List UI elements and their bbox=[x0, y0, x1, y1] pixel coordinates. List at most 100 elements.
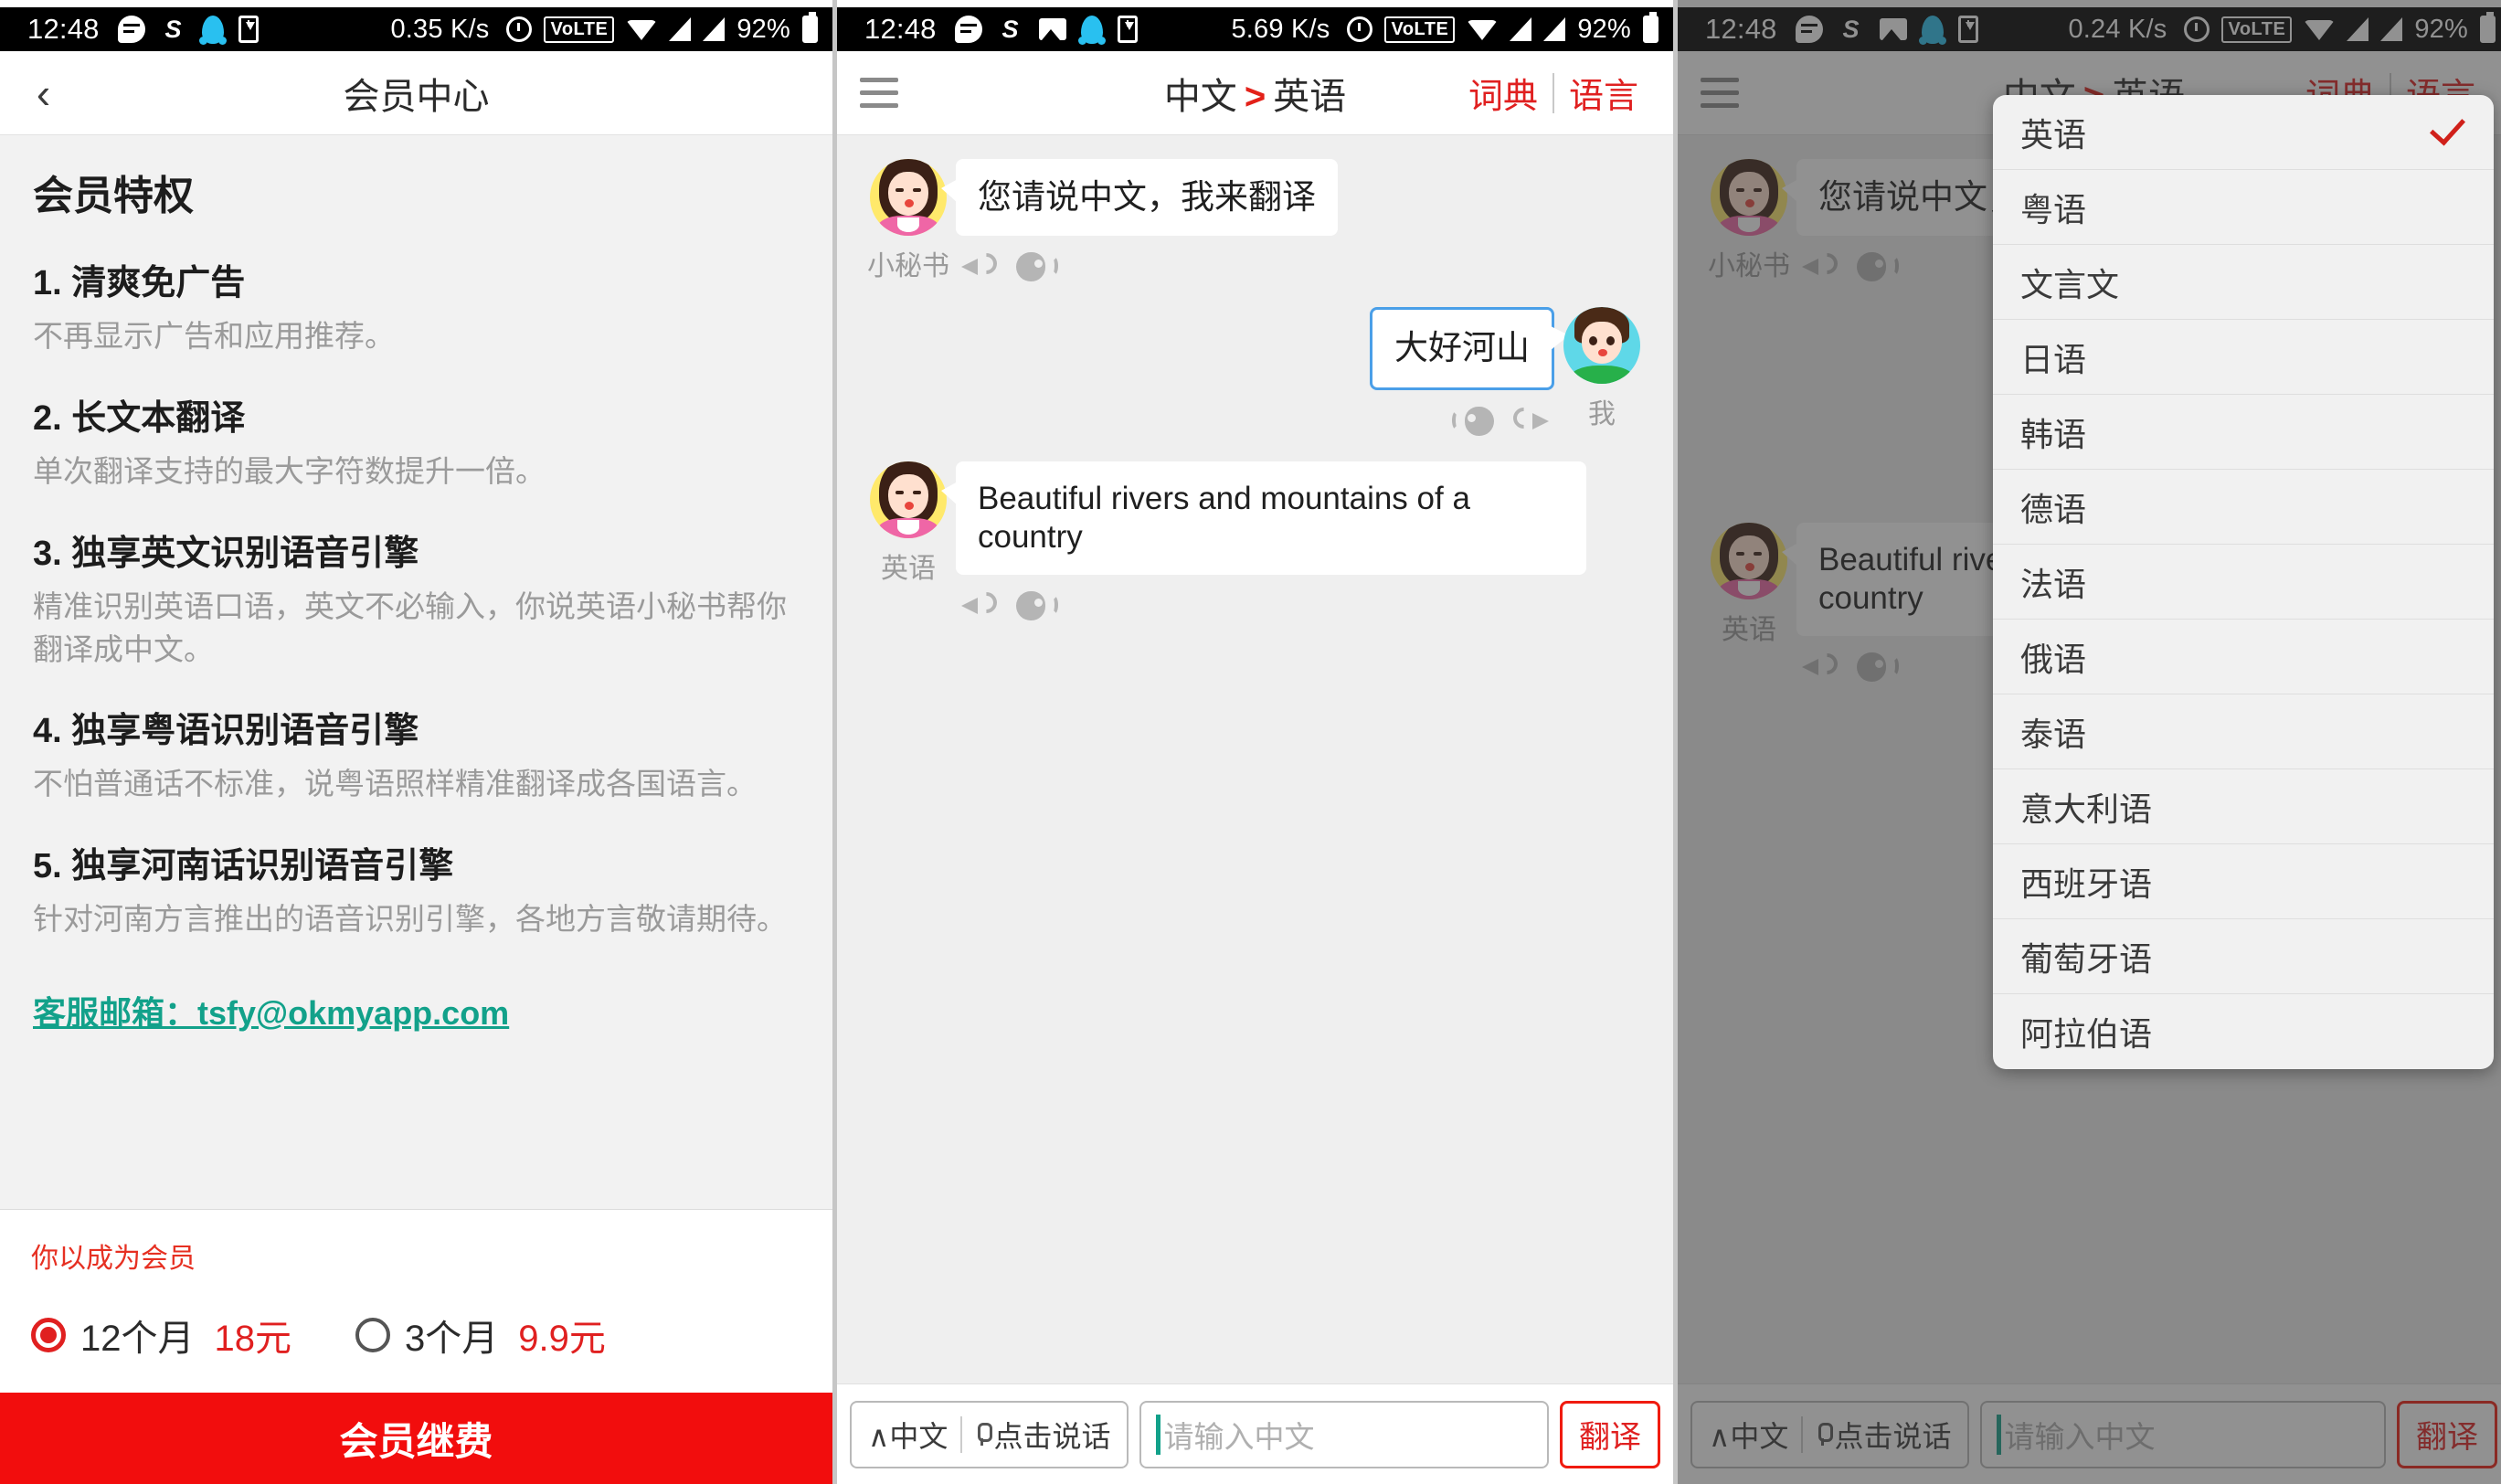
translate-button[interactable]: 翻译 bbox=[1560, 1400, 1660, 1468]
message-bubble[interactable]: 您请说中文，我来翻译 bbox=[941, 159, 1338, 237]
privilege-desc: 不再显示广告和应用推荐。 bbox=[33, 319, 395, 353]
chat-input-bar: ∧中文 点击说话 请输入中文 翻译 bbox=[837, 1383, 1673, 1484]
message-icon bbox=[954, 16, 982, 43]
message-bubble[interactable]: 大好河山 bbox=[1370, 307, 1574, 390]
status-bar-left-2: 12:48 S bbox=[864, 13, 1138, 46]
dropdown-item-12[interactable]: 阿拉伯语 bbox=[1993, 994, 2494, 1069]
source-language: 中文 bbox=[1163, 76, 1237, 117]
dropdown-item-1[interactable]: 粤语 bbox=[1993, 170, 2494, 245]
privilege-item: 2. 长文本翻译 单次翻译支持的最大字符数提升一倍。 bbox=[33, 389, 800, 493]
arrow-right-icon: > bbox=[1244, 76, 1266, 117]
voice-language-toggle[interactable]: ∧中文 bbox=[859, 1414, 957, 1456]
status-bar-left-1: 12:48 S bbox=[27, 13, 259, 46]
privilege-desc: 不怕普通话不标准，说粤语照样精准翻译成各国语言。 bbox=[33, 767, 757, 801]
sogou-icon: S bbox=[164, 16, 182, 43]
renew-membership-button[interactable]: 会员继费 bbox=[0, 1393, 832, 1484]
bubble-actions bbox=[956, 589, 1586, 622]
dropdown-item-3[interactable]: 日语 bbox=[1993, 320, 2494, 395]
voice-head-icon[interactable] bbox=[1016, 589, 1060, 622]
message-bubble[interactable]: Beautiful rivers and mountains of a coun… bbox=[941, 461, 1586, 575]
press-to-speak-button[interactable]: 点击说话 bbox=[966, 1414, 1119, 1456]
battery-icon bbox=[1643, 12, 1659, 43]
plan-option-3m[interactable]: 3个月 9.9元 bbox=[355, 1309, 606, 1362]
dropdown-item-label: 阿拉伯语 bbox=[2020, 1015, 2153, 1053]
plan-option-12m[interactable]: 12个月 18元 bbox=[31, 1309, 291, 1362]
dropdown-item-label: 文言文 bbox=[2020, 265, 2120, 303]
avatar-column: 小秘书 bbox=[861, 159, 956, 283]
back-button[interactable]: ‹ bbox=[0, 69, 87, 118]
privilege-item: 5. 独享河南话识别语音引擎 针对河南方言推出的语音识别引擎，各地方言敬请期待。 bbox=[33, 837, 800, 941]
download-icon bbox=[1117, 16, 1138, 43]
dropdown-item-label: 葡萄牙语 bbox=[2020, 939, 2153, 978]
radio-selected-icon[interactable] bbox=[31, 1318, 66, 1352]
speaker-icon[interactable] bbox=[1518, 406, 1549, 437]
chat-message-list[interactable]: 小秘书 您请说中文，我来翻译 大好河山 我 英语 Beautiful river… bbox=[837, 135, 1673, 1383]
input-placeholder: 请输入中文 bbox=[1163, 1419, 1315, 1454]
signal-icon-1 bbox=[1510, 17, 1532, 41]
dropdown-item-label: 粤语 bbox=[2020, 190, 2087, 228]
plan-label: 3个月 bbox=[405, 1319, 499, 1359]
dropdown-item-label: 俄语 bbox=[2020, 640, 2087, 678]
member-footer: 你以成为会员 12个月 18元 3个月 9.9元 会员继费 bbox=[0, 1209, 832, 1484]
dictionary-button[interactable]: 词典 bbox=[1454, 68, 1553, 118]
dropdown-item-9[interactable]: 意大利语 bbox=[1993, 769, 2494, 844]
dropdown-item-10[interactable]: 西班牙语 bbox=[1993, 844, 2494, 919]
speaker-name: 英语 bbox=[881, 553, 936, 584]
support-email-link[interactable]: 客服邮箱：tsfy@okmyapp.com bbox=[33, 987, 509, 1034]
dropdown-item-label: 泰语 bbox=[2020, 715, 2087, 753]
privilege-title: 1. 清爽免广告 bbox=[33, 264, 246, 302]
dropdown-item-label: 意大利语 bbox=[2020, 790, 2153, 828]
volte-icon: VoLTE bbox=[544, 16, 615, 43]
signal-icon-2 bbox=[1543, 17, 1566, 41]
qq-icon bbox=[1077, 15, 1106, 45]
speaker-name: 我 bbox=[1588, 399, 1616, 430]
target-language: 英语 bbox=[1273, 76, 1347, 117]
hamburger-icon[interactable] bbox=[837, 78, 921, 108]
dropdown-item-4[interactable]: 韩语 bbox=[1993, 395, 2494, 470]
dropdown-item-11[interactable]: 葡萄牙语 bbox=[1993, 919, 2494, 994]
status-bar-1: 12:48 S 0.35 K/s VoLTE 92% bbox=[0, 7, 832, 51]
dropdown-item-label: 德语 bbox=[2020, 490, 2087, 528]
dropdown-item-6[interactable]: 法语 bbox=[1993, 545, 2494, 620]
language-button[interactable]: 语言 bbox=[1554, 68, 1653, 118]
member-body: 会员特权 1. 清爽免广告 不再显示广告和应用推荐。 2. 长文本翻译 单次翻译… bbox=[0, 135, 832, 1484]
alarm-icon bbox=[506, 16, 533, 42]
status-bar-2: 12:48 S 5.69 K/s VoLTE 92% bbox=[837, 7, 1673, 51]
privilege-item: 4. 独享粤语识别语音引擎 不怕普通话不标准，说粤语照样精准翻译成各国语言。 bbox=[33, 702, 800, 806]
download-icon bbox=[238, 16, 259, 43]
plan-price: 18元 bbox=[214, 1319, 292, 1359]
speaker-icon[interactable] bbox=[961, 590, 992, 621]
male-avatar bbox=[1563, 307, 1640, 385]
dropdown-item-label: 法语 bbox=[2020, 565, 2087, 603]
wifi-icon bbox=[1467, 18, 1499, 40]
dropdown-item-2[interactable]: 文言文 bbox=[1993, 245, 2494, 320]
navbar-translate: 中文>英语 词典 语言 bbox=[837, 51, 1673, 135]
navbar-member: ‹ 会员中心 bbox=[0, 51, 832, 135]
speaker-icon[interactable] bbox=[961, 251, 992, 282]
chat-message-user: 大好河山 我 bbox=[861, 307, 1649, 437]
radio-unselected-icon[interactable] bbox=[355, 1318, 390, 1352]
dropdown-item-8[interactable]: 泰语 bbox=[1993, 694, 2494, 769]
dropdown-item-7[interactable]: 俄语 bbox=[1993, 620, 2494, 694]
member-status-note: 你以成为会员 bbox=[31, 1244, 196, 1274]
dropdown-item-5[interactable]: 德语 bbox=[1993, 470, 2494, 545]
bubble-actions bbox=[956, 250, 1338, 283]
female-avatar bbox=[870, 461, 947, 538]
text-input-field[interactable]: 请输入中文 bbox=[1139, 1400, 1549, 1468]
battery-icon bbox=[802, 12, 818, 43]
plan-price: 9.9元 bbox=[518, 1319, 606, 1359]
dropdown-item-0[interactable]: 英语 bbox=[1993, 95, 2494, 170]
qq-icon bbox=[198, 15, 227, 45]
chat-message-assistant-2: 英语 Beautiful rivers and mountains of a c… bbox=[861, 461, 1649, 622]
status-time: 12:48 bbox=[27, 13, 100, 45]
status-bar-right-2: 5.69 K/s VoLTE 92% bbox=[1231, 12, 1659, 45]
privilege-desc: 针对河南方言推出的语音识别引擎，各地方言敬请期待。 bbox=[33, 902, 787, 937]
status-bar-right-1: 0.35 K/s VoLTE 92% bbox=[390, 12, 818, 45]
privilege-desc: 单次翻译支持的最大字符数提升一倍。 bbox=[33, 453, 546, 488]
voice-head-icon[interactable] bbox=[1450, 405, 1494, 438]
voice-input-group: ∧中文 点击说话 bbox=[850, 1400, 1129, 1468]
voice-head-icon[interactable] bbox=[1016, 250, 1060, 283]
network-speed: 5.69 K/s bbox=[1231, 14, 1330, 44]
bubble-column: 您请说中文，我来翻译 bbox=[941, 159, 1338, 283]
plan-label: 12个月 bbox=[80, 1319, 195, 1359]
